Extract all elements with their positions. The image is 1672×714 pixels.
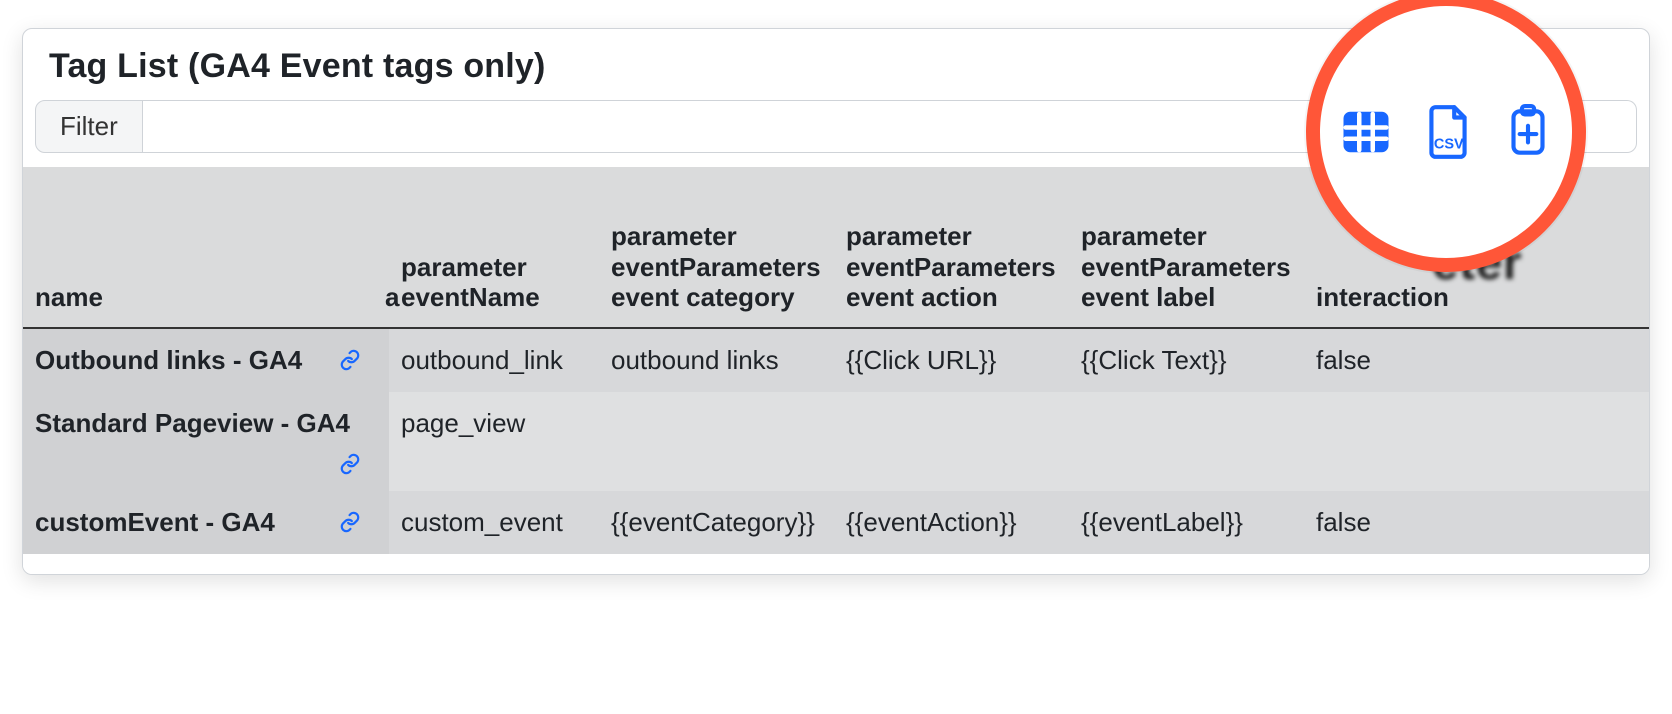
cell-event-category: {{eventCategory}} — [599, 491, 834, 554]
cell-event-name: page_view — [389, 392, 599, 491]
cell-non-interaction: false — [1304, 491, 1534, 554]
table-body: Outbound links - GA4 outbound_link outbo… — [23, 328, 1649, 554]
cell-name: Outbound links - GA4 — [23, 328, 373, 392]
cell-event-label: {{eventLabel}} — [1069, 491, 1304, 554]
cell-non-interaction: false — [1304, 328, 1534, 392]
col-event-label[interactable]: parameter eventParameters event label — [1069, 167, 1304, 328]
cell-event-label: {{Click Text}} — [1069, 328, 1304, 392]
table-row[interactable]: Outbound links - GA4 outbound_link outbo… — [23, 328, 1649, 392]
cell-event-category: outbound links — [599, 328, 834, 392]
cell-event-label — [1069, 392, 1304, 491]
cell-event-name: outbound_link — [389, 328, 599, 392]
col-event-name[interactable]: parameter eventName — [389, 167, 599, 328]
cell-event-name: custom_event — [389, 491, 599, 554]
cell-event-action: {{Click URL}} — [834, 328, 1069, 392]
link-icon[interactable] — [339, 453, 361, 475]
table-row[interactable]: Standard Pageview - GA4 page_view — [23, 392, 1649, 491]
col-event-action[interactable]: parameter eventParameters event action — [834, 167, 1069, 328]
export-actions-highlight: CSV — [1306, 0, 1586, 272]
cell-name: Standard Pageview - GA4 — [23, 392, 373, 491]
svg-text:CSV: CSV — [1434, 137, 1464, 153]
csv-file-icon[interactable]: CSV — [1423, 103, 1473, 161]
tag-name: customEvent - GA4 — [35, 507, 275, 538]
col-spacer: a — [373, 167, 389, 328]
clipboard-add-icon[interactable] — [1503, 103, 1553, 161]
cell-event-category — [599, 392, 834, 491]
cell-event-action: {{eventAction}} — [834, 491, 1069, 554]
table-row[interactable]: customEvent - GA4 custom_event {{eventCa… — [23, 491, 1649, 554]
tag-name: Standard Pageview - GA4 — [35, 408, 361, 439]
col-event-category[interactable]: parameter eventParameters event category — [599, 167, 834, 328]
col-name[interactable]: name — [23, 167, 373, 328]
table-icon[interactable] — [1339, 105, 1393, 159]
cell-name: customEvent - GA4 — [23, 491, 373, 554]
filter-label: Filter — [35, 100, 143, 153]
link-icon[interactable] — [339, 349, 361, 371]
cell-event-action — [834, 392, 1069, 491]
cell-non-interaction — [1304, 392, 1534, 491]
tag-name: Outbound links - GA4 — [35, 345, 302, 376]
link-icon[interactable] — [339, 511, 361, 533]
